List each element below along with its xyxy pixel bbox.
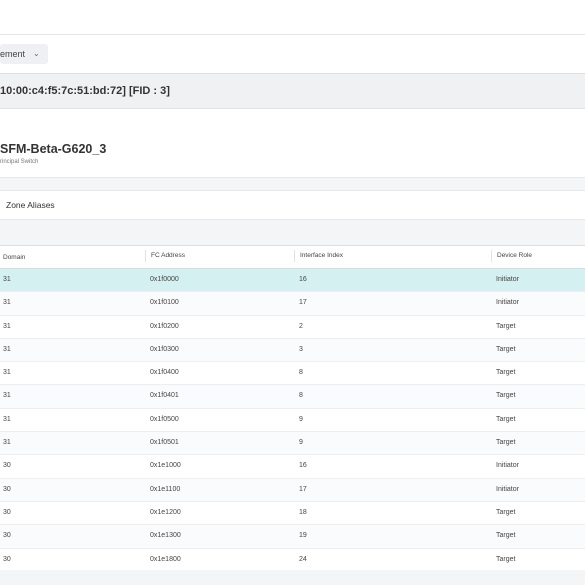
cell-domain: 31: [3, 439, 11, 447]
cell-device-role: Initiator: [496, 485, 519, 493]
cell-interface-index: 17: [299, 299, 307, 307]
cell-fc-address: 0x1f0000: [150, 276, 179, 283]
switch-role: rincipal Switch: [0, 159, 39, 165]
cell-fc-address: 0x1f0300: [150, 345, 179, 353]
cell-fc-address: 0x1f0200: [150, 322, 179, 330]
cell-device-role: Initiator: [496, 462, 519, 470]
column-header-interface-index[interactable]: Interface Index: [294, 250, 343, 262]
cell-device-role: Target: [496, 555, 516, 563]
table-row[interactable]: 31 0x1f0100 17 Initiator: [0, 292, 585, 316]
management-dropdown[interactable]: ement ⌄: [0, 44, 48, 64]
table-row[interactable]: 31 0x1f0500 9 Target: [0, 409, 585, 433]
cell-device-role: Target: [496, 532, 516, 540]
cell-fc-address: 0x1e1000: [150, 462, 181, 470]
cell-domain: 31: [3, 392, 11, 400]
cell-interface-index: 9: [299, 415, 303, 423]
cell-fc-address: 0x1e1100: [150, 485, 181, 493]
cell-fc-address: 0x1e1200: [150, 508, 181, 516]
cell-interface-index: 8: [299, 369, 303, 377]
cell-device-role: Target: [496, 369, 516, 377]
cell-device-role: Target: [496, 322, 516, 330]
table-body: 31 0x1f0000 16 Initiator 31 0x1f0100 17 Initiat…: [0, 269, 585, 571]
cell-fc-address: 0x1f0401: [150, 392, 179, 400]
cell-interface-index: 16: [299, 462, 307, 470]
chevron-down-icon: ⌄: [33, 48, 40, 58]
cell-domain: 30: [3, 485, 11, 493]
column-header-device-role[interactable]: Device Role: [491, 250, 532, 262]
table-row[interactable]: 30 0x1e1200 18 Target: [0, 502, 585, 526]
cell-fc-address: 0x1f0500: [150, 415, 179, 423]
table-row[interactable]: 31 0x1f0300 3 Target: [0, 338, 585, 363]
tab-zone-aliases[interactable]: Zone Aliases: [6, 200, 55, 210]
cell-fc-address: 0x1f0501: [150, 439, 179, 447]
cell-fc-address: 0x1f0400: [150, 369, 179, 377]
cell-interface-index: 8: [299, 392, 303, 400]
cell-interface-index: 16: [299, 276, 307, 283]
cell-device-role: Target: [496, 439, 516, 447]
management-dropdown-label: ement: [0, 49, 26, 59]
cell-device-role: Target: [496, 392, 516, 400]
table-row[interactable]: 31 0x1f0200 2 Target: [0, 316, 585, 339]
cell-domain: 31: [3, 276, 11, 283]
table-row[interactable]: 30 0x1e1000 16 Initiator: [0, 455, 585, 479]
top-bar: [0, 0, 585, 35]
cell-interface-index: 3: [299, 345, 303, 353]
table-row[interactable]: 30 0x1e1800 24 Target: [0, 549, 585, 571]
cell-fc-address: 0x1e1800: [150, 555, 181, 563]
cell-device-role: Target: [496, 345, 516, 353]
cell-domain: 30: [3, 532, 11, 540]
cell-interface-index: 19: [299, 532, 307, 540]
bottom-bar: [0, 570, 585, 585]
cell-interface-index: 18: [299, 508, 307, 516]
switch-name: SFM-Beta-G620_3: [0, 142, 107, 156]
cell-device-role: Target: [496, 415, 516, 423]
cell-fc-address: 0x1f0100: [150, 299, 179, 307]
tabs-bar: Zone Aliases: [0, 190, 585, 220]
cell-interface-index: 9: [299, 439, 303, 447]
switch-header: SFM-Beta-G620_3 rincipal Switch: [0, 109, 585, 178]
table-row[interactable]: 31 0x1f0501 9 Target: [0, 432, 585, 456]
table-header: Domain FC Address Interface Index Device…: [0, 246, 585, 269]
cell-device-role: Initiator: [496, 299, 519, 307]
cell-domain: 31: [3, 345, 11, 353]
cell-device-role: Target: [496, 508, 516, 516]
table-row[interactable]: 31 0x1f0401 8 Target: [0, 385, 585, 409]
cell-interface-index: 17: [299, 485, 307, 493]
table-row[interactable]: 31 0x1f0400 8 Target: [0, 362, 585, 386]
cell-domain: 31: [3, 369, 11, 377]
cell-domain: 31: [3, 299, 11, 307]
column-header-domain[interactable]: Domain: [3, 254, 25, 261]
cell-fc-address: 0x1e1300: [150, 532, 181, 540]
column-header-fc-address[interactable]: FC Address: [145, 250, 185, 262]
cell-interface-index: 24: [299, 555, 307, 563]
cell-device-role: Initiator: [496, 276, 519, 283]
cell-interface-index: 2: [299, 322, 303, 330]
menu-row: ement ⌄: [0, 35, 585, 74]
devices-table: Domain FC Address Interface Index Device…: [0, 245, 585, 571]
table-row[interactable]: 31 0x1f0000 16 Initiator: [0, 269, 585, 293]
cell-domain: 31: [3, 415, 11, 423]
cell-domain: 31: [3, 322, 11, 330]
switch-wwn-text: 10:00:c4:f5:7c:51:bd:72] [FID : 3]: [0, 85, 170, 97]
cell-domain: 30: [3, 555, 11, 563]
cell-domain: 30: [3, 462, 11, 470]
switch-wwn-bar: 10:00:c4:f5:7c:51:bd:72] [FID : 3]: [0, 74, 585, 109]
table-row[interactable]: 30 0x1e1300 19 Target: [0, 525, 585, 549]
cell-domain: 30: [3, 508, 11, 516]
table-row[interactable]: 30 0x1e1100 17 Initiator: [0, 478, 585, 502]
